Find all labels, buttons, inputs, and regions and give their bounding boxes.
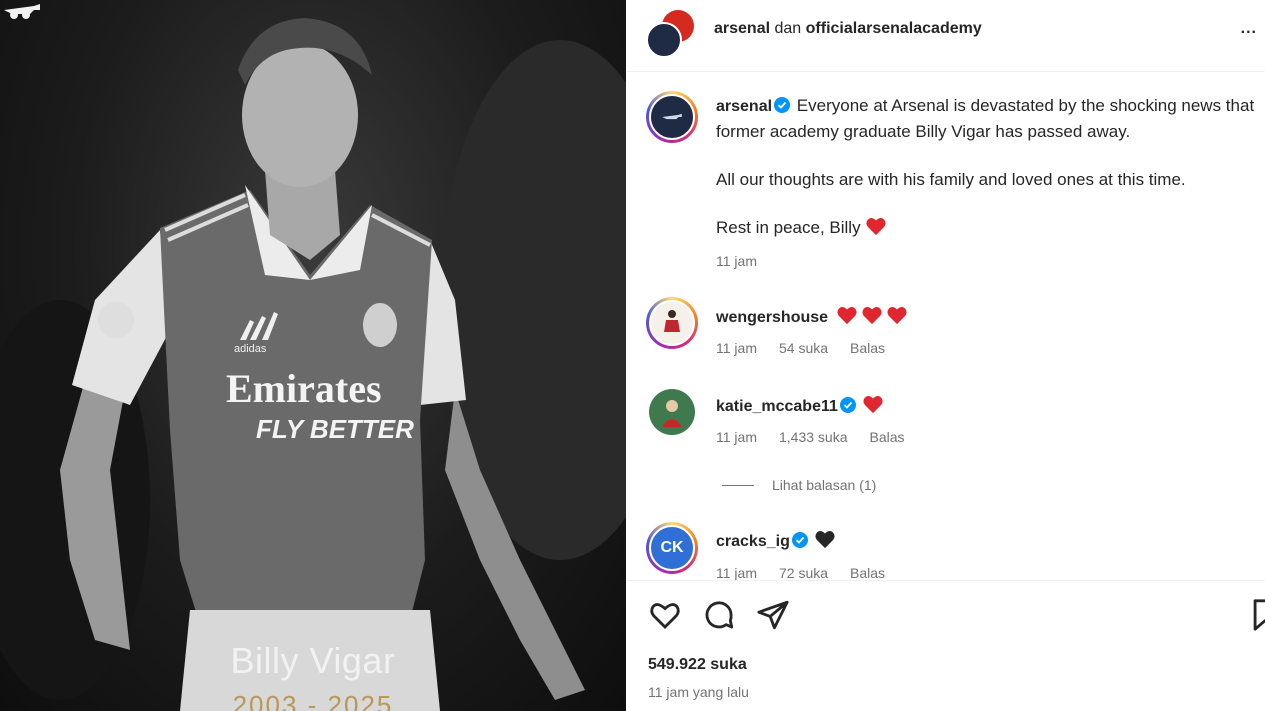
likes-count[interactable]: 549.922 suka (648, 656, 747, 674)
author-link-academy[interactable]: officialarsenalacademy (806, 20, 982, 37)
post-header: arsenal dan officialarsenalacademy ... (626, 0, 1265, 72)
comment-icon[interactable] (702, 598, 736, 632)
action-bar (626, 582, 1265, 650)
player-name: Billy Vigar (230, 640, 396, 681)
post-photo[interactable]: adidas Emirates FLY BETTER Billy Vigar 2… (0, 0, 626, 711)
person-icon (662, 400, 682, 427)
player-illustration: adidas Emirates FLY BETTER (0, 18, 626, 711)
caption-text-2: All our thoughts are with his family and… (716, 170, 1186, 189)
comment-time: 11 jam (716, 340, 757, 356)
caption-username[interactable]: arsenal (716, 98, 772, 115)
comment-avatar-cracks[interactable]: CK (646, 522, 698, 574)
caption-text-3: Rest in peace, Billy (716, 218, 861, 237)
comment-1: wengershouse (716, 305, 911, 327)
comment-likes[interactable]: 54 suka (779, 340, 828, 356)
comment-username[interactable]: katie_mccabe11 (716, 398, 838, 415)
comment-1-meta: 11 jam 54 suka Balas (716, 340, 907, 356)
sponsor-tagline: FLY BETTER (256, 414, 414, 444)
verified-icon (791, 532, 808, 548)
verified-icon (774, 97, 791, 113)
comment-username[interactable]: cracks_ig (716, 533, 790, 550)
red-heart-icon (837, 307, 858, 325)
save-icon[interactable] (1248, 598, 1265, 632)
reply-button[interactable]: Balas (850, 565, 885, 580)
comment-time: 11 jam (716, 565, 757, 581)
more-options-icon[interactable]: ... (1241, 20, 1257, 38)
comment-3-meta: 11 jam 72 suka Balas (716, 565, 907, 581)
comments-scroll[interactable]: arsenal Everyone at Arsenal is devastate… (626, 73, 1265, 581)
post-panel: arsenal dan officialarsenalacademy ... a… (626, 0, 1265, 711)
comment-avatar-katie[interactable] (649, 389, 695, 435)
comment-avatar-wengershouse[interactable] (646, 297, 698, 349)
view-replies-button[interactable]: Lihat balasan (1) (722, 477, 876, 493)
heart-icon[interactable] (648, 598, 682, 632)
brand-text: adidas (234, 343, 267, 355)
arsenal-caption-avatar[interactable] (646, 91, 698, 143)
comment-3: cracks_ig (716, 529, 839, 551)
post-caption: arsenal Everyone at Arsenal is devastate… (716, 93, 1261, 248)
comment-time: 11 jam (716, 429, 757, 445)
verified-icon (839, 397, 856, 413)
black-heart-icon (815, 531, 835, 549)
sponsor-text: Emirates (226, 366, 382, 411)
red-heart-icon (887, 307, 908, 325)
share-icon[interactable] (756, 598, 790, 632)
cannon-icon (4, 4, 40, 19)
red-heart-icon (866, 218, 886, 236)
cannon-icon (662, 113, 682, 120)
comment-likes[interactable]: 72 suka (779, 565, 828, 580)
replies-divider (722, 485, 754, 486)
figure-icon (664, 310, 680, 332)
ck-logo: CK (649, 525, 695, 571)
reply-button[interactable]: Balas (850, 340, 885, 356)
comment-2-meta: 11 jam 1,433 suka Balas (716, 429, 927, 445)
comment-username[interactable]: wengershouse (716, 309, 828, 326)
arsenal-avatar[interactable] (646, 22, 682, 58)
post-authors: arsenal dan officialarsenalacademy (714, 20, 982, 38)
red-heart-icon (862, 307, 883, 325)
author-link-arsenal[interactable]: arsenal (714, 20, 770, 37)
comment-likes[interactable]: 1,433 suka (779, 429, 848, 445)
comment-2: katie_mccabe11 (716, 394, 887, 416)
player-years: 2003 - 2025 (232, 690, 394, 711)
caption-text-1: Everyone at Arsenal is devastated by the… (716, 96, 1255, 141)
view-replies-label[interactable]: Lihat balasan (1) (772, 477, 876, 493)
comment-1-hearts (836, 307, 911, 326)
red-heart-icon (863, 396, 883, 414)
caption-time: 11 jam (716, 253, 757, 269)
posted-time: 11 jam yang lalu (648, 684, 749, 700)
reply-button[interactable]: Balas (869, 429, 904, 445)
collab-avatars[interactable] (646, 10, 694, 58)
author-joiner: dan (770, 20, 806, 37)
